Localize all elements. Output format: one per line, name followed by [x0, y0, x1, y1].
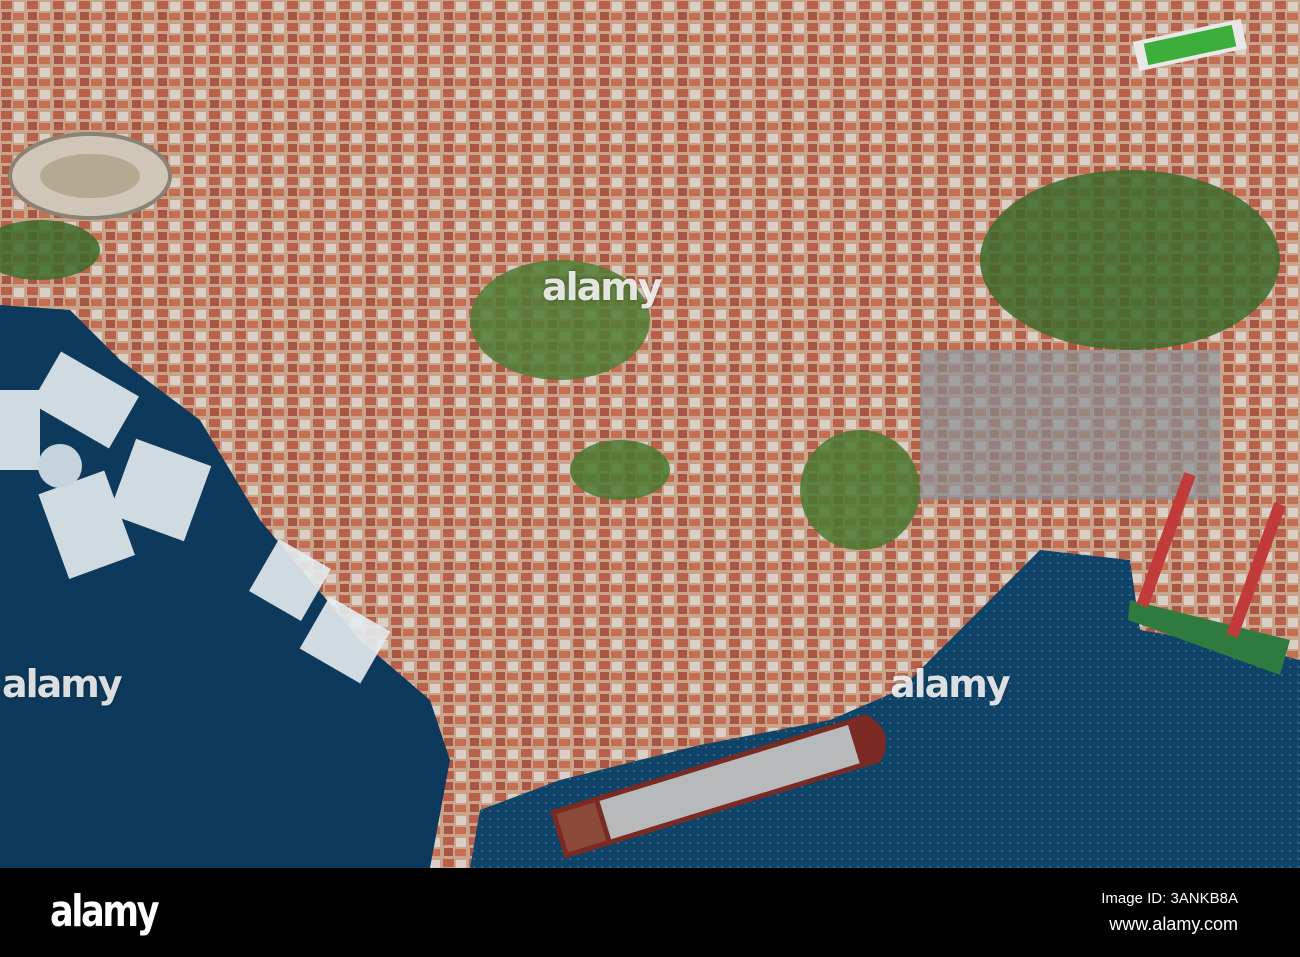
alamy-logo: alamy	[50, 886, 160, 937]
footer-bar: alamy Image ID: 3ANKB8A www.alamy.com	[0, 868, 1300, 957]
watermark-center: alamy	[542, 265, 663, 309]
watermark-left: alamy	[2, 662, 123, 706]
watermark-right: alamy	[890, 662, 1011, 706]
shipyard-buildings	[920, 350, 1220, 500]
image-id: Image ID: 3ANKB8A	[1101, 890, 1238, 907]
amphitheatre	[8, 132, 172, 220]
aerial-photo	[0, 0, 1300, 868]
site-url: www.alamy.com	[1109, 914, 1238, 934]
